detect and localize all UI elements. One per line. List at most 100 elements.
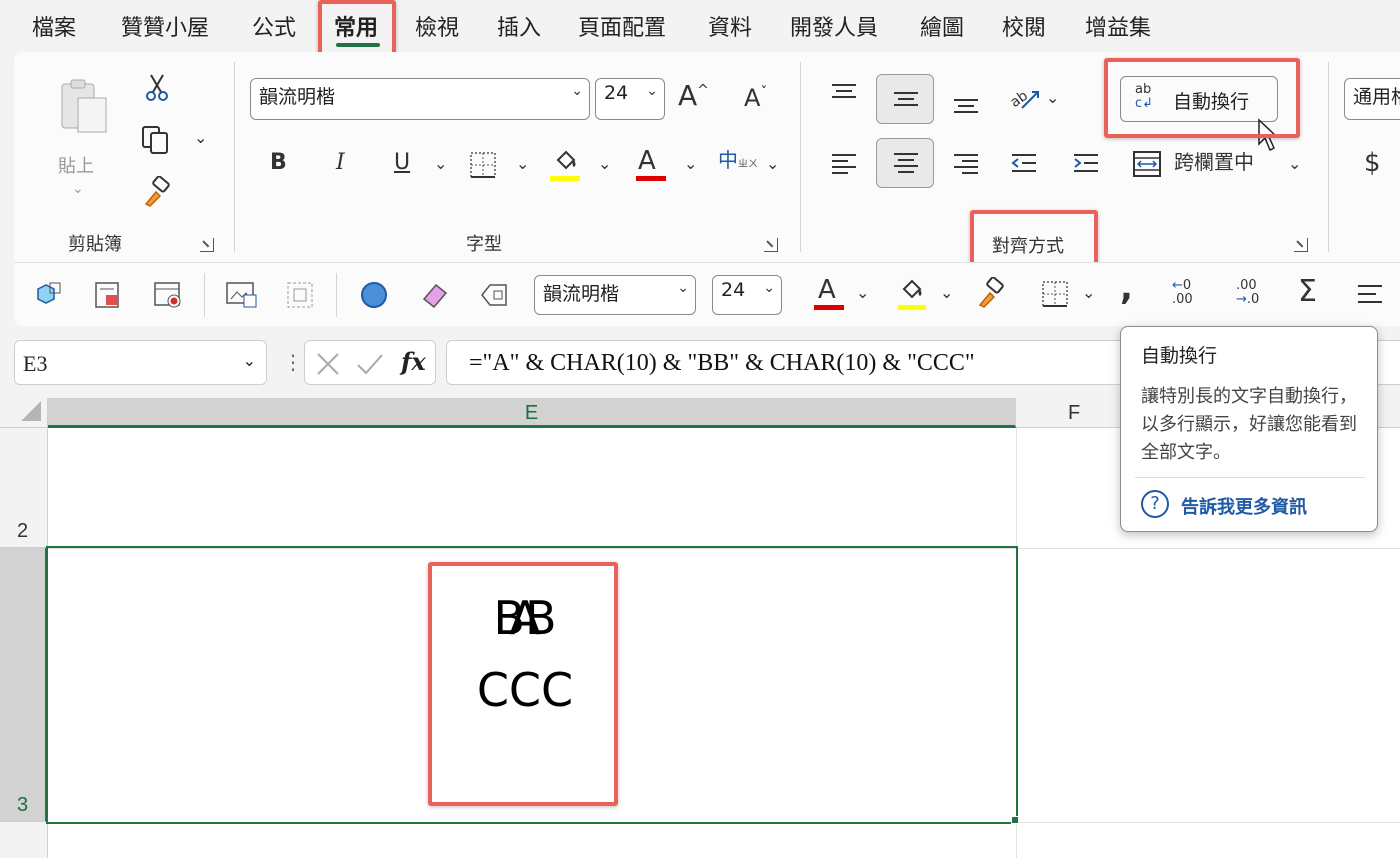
paste-dropdown-icon[interactable]: ⌄ <box>72 182 84 196</box>
align-top-icon[interactable] <box>830 82 858 106</box>
tab-data[interactable]: 資料 <box>708 10 752 42</box>
qat-fill-dropdown-icon[interactable]: ⌄ <box>940 285 953 301</box>
clear-format-icon[interactable] <box>478 279 510 311</box>
record-macro-icon[interactable] <box>152 279 184 311</box>
cut-icon[interactable] <box>142 72 172 102</box>
qat-fill-color-bar <box>898 305 926 310</box>
font-size-combo[interactable]: 24 ⌄ <box>595 78 665 120</box>
qat-font-name-combo[interactable]: 韻流明楷 ⌄ <box>534 275 696 315</box>
currency-icon[interactable]: $ <box>1364 150 1381 176</box>
orientation-dropdown-icon[interactable]: ⌄ <box>1046 90 1059 106</box>
cancel-icon[interactable] <box>315 351 341 377</box>
select-objects-icon[interactable] <box>284 279 316 311</box>
select-all-corner[interactable] <box>0 398 48 428</box>
eraser-icon[interactable] <box>418 279 450 311</box>
chevron-down-icon[interactable]: ⌄ <box>243 351 256 370</box>
decrease-indent-icon[interactable] <box>1010 152 1038 176</box>
column-header-e[interactable]: E <box>48 398 1016 428</box>
italic-icon[interactable]: I <box>336 152 345 174</box>
copy-icon[interactable] <box>140 124 172 156</box>
form-icon[interactable] <box>92 279 124 311</box>
tab-formulas[interactable]: 公式 <box>252 10 296 42</box>
clipboard-launcher-icon[interactable] <box>200 238 214 252</box>
merge-center-icon[interactable] <box>1132 150 1162 178</box>
font-color-bar <box>636 176 666 181</box>
tab-insert[interactable]: 插入 <box>497 10 541 42</box>
increase-decimal-icon[interactable]: ←0.00 <box>1172 279 1212 311</box>
qat-font-color-icon[interactable]: A <box>818 277 836 303</box>
qat-font-color-dropdown-icon[interactable]: ⌄ <box>856 285 869 301</box>
number-format-combo[interactable]: 通用格 <box>1344 78 1400 120</box>
decrease-decimal-icon[interactable]: .00 →.0 <box>1236 279 1276 311</box>
copy-dropdown-icon[interactable]: ⌄ <box>194 130 207 146</box>
tab-draw[interactable]: 繪圖 <box>920 10 964 42</box>
shrink-font-icon[interactable]: Aˇ <box>744 86 767 110</box>
svg-text:ab: ab <box>1008 88 1031 111</box>
row-header-2[interactable]: 2 <box>0 428 48 548</box>
help-icon[interactable]: ? <box>1141 490 1169 518</box>
merge-center-dropdown-icon[interactable]: ⌄ <box>1288 156 1301 172</box>
object-icon[interactable] <box>32 279 64 311</box>
orientation-icon[interactable]: ab <box>1007 84 1042 114</box>
align-center-button[interactable] <box>876 138 934 188</box>
row-header-3[interactable]: 3 <box>0 548 48 822</box>
more-options-icon[interactable]: ⋮ <box>283 350 303 374</box>
tell-me-more-link[interactable]: 告訴我更多資訊 <box>1181 493 1307 519</box>
tab-custom[interactable]: 贊贊小屋 <box>121 10 209 42</box>
chevron-down-icon: ⌄ <box>646 83 658 99</box>
tab-addins[interactable]: 增益集 <box>1085 10 1151 42</box>
alignment-launcher-icon[interactable] <box>1294 238 1308 252</box>
highlight-alignment-group <box>970 210 1098 266</box>
tab-file[interactable]: 檔案 <box>32 10 76 42</box>
tab-view[interactable]: 檢視 <box>415 10 459 42</box>
align-bottom-icon[interactable] <box>952 92 980 116</box>
fill-color-dropdown-icon[interactable]: ⌄ <box>598 156 611 172</box>
chevron-down-icon: ⌄ <box>571 83 583 99</box>
paste-icon[interactable] <box>58 78 110 134</box>
font-launcher-icon[interactable] <box>764 238 778 252</box>
comma-style-icon[interactable]: , <box>1120 271 1133 305</box>
underline-icon[interactable]: U <box>394 152 410 174</box>
bold-icon[interactable]: B <box>270 152 287 174</box>
screenshot-icon[interactable] <box>224 279 258 311</box>
borders-icon[interactable] <box>468 150 498 180</box>
row-header-4[interactable] <box>0 822 48 858</box>
format-painter-icon[interactable] <box>140 175 174 210</box>
wrap-text-tooltip: 自動換行 讓特別長的文字自動換行，以多行顯示，好讓您能看到全部文字。 ? 告訴我… <box>1120 326 1378 532</box>
qat-borders-icon[interactable] <box>1040 279 1070 309</box>
tooltip-divider <box>1135 477 1365 478</box>
insert-function-icon[interactable]: fx <box>401 347 426 376</box>
chevron-down-icon: ⌄ <box>677 280 689 296</box>
align-middle-button[interactable] <box>876 74 934 124</box>
merge-center-label[interactable]: 跨欄置中 <box>1174 152 1254 172</box>
name-box[interactable]: E3 ⌄ <box>14 340 267 385</box>
qat-borders-dropdown-icon[interactable]: ⌄ <box>1082 285 1095 301</box>
tooltip-title: 自動換行 <box>1141 345 1218 367</box>
paste-label[interactable]: 貼上 <box>58 152 94 178</box>
tab-review[interactable]: 校閱 <box>1002 10 1046 42</box>
qat-font-color-bar <box>814 305 844 310</box>
autosum-icon[interactable]: Σ <box>1298 277 1317 307</box>
formula-text: ="A" & CHAR(10) & "BB" & CHAR(10) & "CCC… <box>469 350 975 376</box>
underline-dropdown-icon[interactable]: ⌄ <box>434 156 447 172</box>
qat-format-painter-icon[interactable] <box>974 276 1008 311</box>
align-left-icon[interactable] <box>830 152 858 176</box>
font-color-icon[interactable]: A <box>638 148 656 174</box>
phonetic-dropdown-icon[interactable]: ⌄ <box>766 156 779 172</box>
increase-indent-icon[interactable] <box>1072 152 1100 176</box>
tab-developer[interactable]: 開發人員 <box>790 10 878 42</box>
qat-align-left-icon[interactable] <box>1356 283 1384 307</box>
qat-fill-color-icon[interactable] <box>896 277 928 307</box>
align-right-icon[interactable] <box>952 152 980 176</box>
phonetic-icon[interactable]: 中ㄓㄨ <box>718 150 758 170</box>
fill-color-icon[interactable] <box>550 148 582 178</box>
font-color-dropdown-icon[interactable]: ⌄ <box>684 156 697 172</box>
font-name-combo[interactable]: 韻流明楷 ⌄ <box>250 78 590 120</box>
tab-page-layout[interactable]: 頁面配置 <box>578 10 666 42</box>
borders-dropdown-icon[interactable]: ⌄ <box>516 156 529 172</box>
qat-font-size-combo[interactable]: 24 ⌄ <box>712 275 782 315</box>
fill-handle[interactable] <box>1011 816 1019 824</box>
enter-icon[interactable] <box>355 351 385 377</box>
shape-circle-icon[interactable] <box>358 279 390 311</box>
grow-font-icon[interactable]: A^ <box>678 82 709 110</box>
